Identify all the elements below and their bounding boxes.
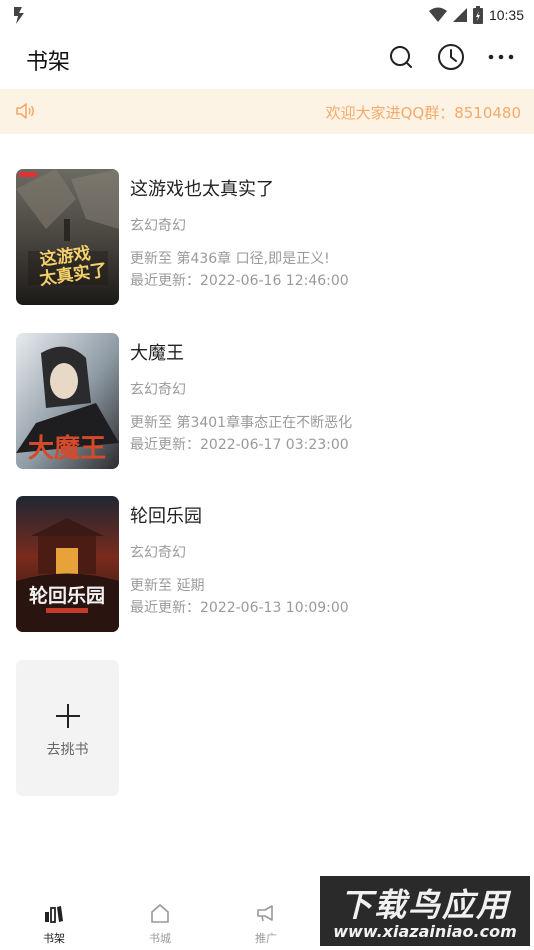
cell-signal-icon (452, 8, 467, 22)
wifi-icon (428, 7, 447, 22)
app-header: 书架 (0, 30, 534, 88)
history-button[interactable] (436, 42, 466, 72)
book-genre: 玄幻奇幻 (130, 382, 186, 398)
more-button[interactable] (486, 42, 516, 72)
status-bar: 10:35 (0, 0, 534, 30)
bookshelf-icon (45, 906, 63, 923)
svg-text:轮回乐园: 轮回乐园 (29, 584, 105, 607)
notice-text: 欢迎大家进QQ群：8510480 (325, 104, 521, 122)
megaphone-icon (257, 905, 273, 922)
add-book-button[interactable]: 去挑书 (16, 660, 119, 796)
notice-bar[interactable]: 欢迎大家进QQ群：8510480 (0, 89, 534, 134)
status-time: 10:35 (488, 7, 524, 23)
watermark-url: www.xiazainiao.com (333, 922, 517, 941)
book-title: 大魔王 (130, 343, 184, 364)
tab-label: 书城 (149, 932, 171, 945)
tab-label: 书架 (43, 932, 65, 945)
book-cover[interactable]: 这游戏 太真实了 (16, 169, 119, 305)
book-title: 轮回乐园 (130, 506, 202, 527)
search-button[interactable] (386, 42, 416, 72)
more-icon (488, 54, 514, 60)
book-update-time: 最近更新：2022-06-17 03:23:00 (130, 437, 349, 453)
book-cover[interactable]: 轮回乐园 (16, 496, 119, 632)
book-latest-chapter: 更新至 延期 (130, 578, 205, 594)
add-book-label: 去挑书 (46, 742, 89, 758)
page-title: 书架 (26, 50, 71, 75)
watermark-logo: 下载鸟应用 www.xiazainiao.com (320, 876, 530, 946)
watermark-title: 下载鸟应用 (339, 886, 510, 924)
speaker-icon (16, 103, 34, 119)
clock-icon (438, 44, 464, 70)
book-update-time: 最近更新：2022-06-16 12:46:00 (130, 273, 349, 289)
book-item[interactable]: 大魔王 大魔王 玄幻奇幻 更新至 第3401章事态正在不断恶化 最近更新：202… (16, 333, 516, 469)
tab-promotion[interactable]: 推广 (236, 900, 296, 946)
app-notification-icon (14, 7, 24, 24)
search-icon (390, 46, 412, 68)
book-update-time: 最近更新：2022-06-13 10:09:00 (130, 600, 349, 616)
book-item[interactable]: 这游戏 太真实了 这游戏也太真实了 玄幻奇幻 更新至 第436章 口径,即是正义… (16, 169, 516, 305)
tab-label: 推广 (255, 932, 277, 945)
plus-icon (56, 704, 80, 728)
book-item[interactable]: 轮回乐园 轮回乐园 玄幻奇幻 更新至 延期 最近更新：2022-06-13 10… (16, 496, 516, 632)
tab-bookstore[interactable]: 书城 (130, 900, 190, 946)
book-latest-chapter: 更新至 第3401章事态正在不断恶化 (130, 415, 353, 431)
home-icon (151, 904, 169, 923)
book-cover[interactable]: 大魔王 (16, 333, 119, 469)
tab-bookshelf[interactable]: 书架 (24, 900, 84, 946)
book-title: 这游戏也太真实了 (130, 179, 274, 200)
battery-icon (472, 6, 483, 24)
book-latest-chapter: 更新至 第436章 口径,即是正义! (130, 251, 330, 267)
book-genre: 玄幻奇幻 (130, 218, 186, 234)
book-genre: 玄幻奇幻 (130, 545, 186, 561)
svg-text:大魔王: 大魔王 (28, 434, 106, 464)
